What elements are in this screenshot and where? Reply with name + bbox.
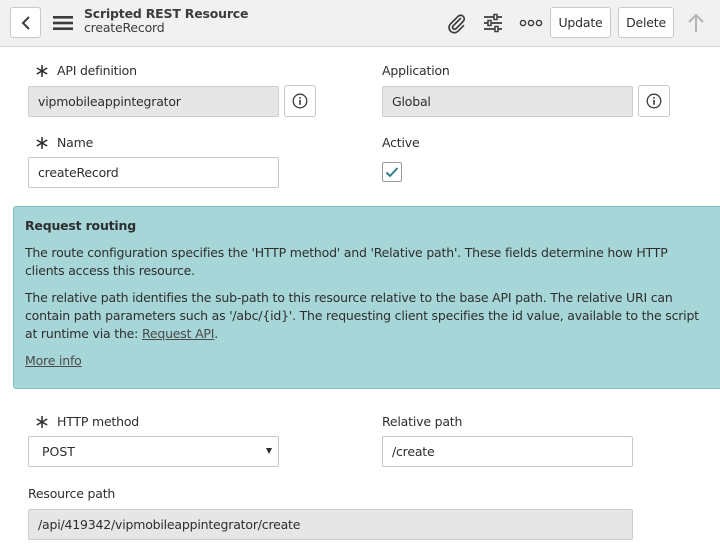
application-label: Application xyxy=(382,63,450,78)
personalize-form-button[interactable] xyxy=(481,11,505,35)
required-asterisk-icon xyxy=(36,416,48,428)
active-checkbox[interactable] xyxy=(382,162,402,182)
checkmark-icon xyxy=(385,167,399,178)
api-definition-info-button[interactable] xyxy=(284,85,316,117)
record-name-subtitle: createRecord xyxy=(84,20,165,35)
more-options-button[interactable] xyxy=(518,11,544,35)
paragraph-2-text: The relative path identifies the sub-pat… xyxy=(25,290,699,341)
info-icon xyxy=(646,93,662,109)
required-asterisk-icon xyxy=(36,65,48,77)
more-info-link[interactable]: More info xyxy=(25,353,82,368)
hamburger-menu-icon[interactable] xyxy=(52,13,74,33)
request-routing-title: Request routing xyxy=(25,218,136,233)
attachment-button[interactable] xyxy=(444,11,468,35)
update-button[interactable]: Update xyxy=(550,7,611,38)
request-api-link[interactable]: Request API xyxy=(142,326,215,341)
header-title: Scripted REST Resource createRecord xyxy=(84,7,248,35)
relative-path-input[interactable]: /create xyxy=(382,436,633,467)
http-method-value: POST xyxy=(42,444,75,459)
relative-path-label: Relative path xyxy=(382,414,463,429)
application-info-button[interactable] xyxy=(638,85,670,117)
request-routing-paragraph-2: The relative path identifies the sub-pat… xyxy=(25,289,705,343)
info-icon xyxy=(292,93,308,109)
api-definition-label: API definition xyxy=(57,63,137,78)
back-arrow-icon xyxy=(21,15,30,30)
record-type-title: Scripted REST Resource xyxy=(84,6,249,21)
more-options-icon xyxy=(519,19,543,27)
required-asterisk-icon xyxy=(36,137,48,149)
application-field[interactable]: Global xyxy=(382,86,633,117)
back-button[interactable] xyxy=(10,7,41,38)
resource-path-field[interactable]: /api/419342/vipmobileappintegrator/creat… xyxy=(28,509,633,540)
request-routing-paragraph-1: The route configuration specifies the 'H… xyxy=(25,245,668,278)
name-input[interactable]: createRecord xyxy=(28,157,279,188)
paperclip-icon xyxy=(448,14,466,34)
http-method-label: HTTP method xyxy=(57,414,140,429)
active-label: Active xyxy=(382,135,420,150)
name-label: Name xyxy=(57,135,94,150)
resource-path-label: Resource path xyxy=(28,486,116,501)
scroll-top-button[interactable] xyxy=(684,11,708,35)
sliders-icon xyxy=(484,13,502,33)
paragraph-2-end: . xyxy=(214,326,219,341)
form-header: Scripted REST Resource createRecord Upda… xyxy=(0,0,720,47)
dropdown-caret-icon xyxy=(266,448,272,454)
request-routing-info-box: Request routing The route configuration … xyxy=(13,206,720,389)
api-definition-field[interactable]: vipmobileappintegrator xyxy=(28,86,279,117)
http-method-select[interactable]: POST xyxy=(28,436,279,467)
scroll-up-arrow-icon xyxy=(688,13,704,32)
delete-button[interactable]: Delete xyxy=(618,7,674,38)
